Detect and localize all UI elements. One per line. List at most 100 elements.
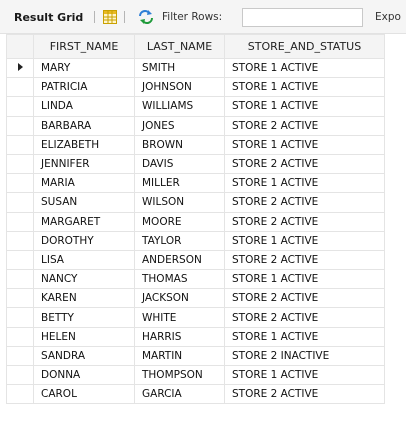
row-marker-cell[interactable] xyxy=(6,192,34,213)
cell-store-and-status[interactable]: STORE 2 ACTIVE xyxy=(224,115,385,136)
cell-store-and-status[interactable]: STORE 2 ACTIVE xyxy=(224,249,385,271)
column-header-first-name[interactable]: FIRST_NAME xyxy=(33,34,135,59)
cell-first-name[interactable]: MARIA xyxy=(33,173,135,194)
cell-store-and-status[interactable]: STORE 2 ACTIVE xyxy=(224,192,385,213)
cell-store-and-status[interactable]: STORE 1 ACTIVE xyxy=(224,57,385,79)
cell-last-name[interactable]: JACKSON xyxy=(134,288,225,309)
table-row[interactable]: KAREN JACKSON STORE 2 ACTIVE xyxy=(6,288,385,309)
cell-last-name[interactable]: WHITE xyxy=(134,307,225,328)
cell-last-name[interactable]: BROWN xyxy=(134,134,225,155)
table-row[interactable]: SANDRA MARTIN STORE 2 INACTIVE xyxy=(6,345,385,367)
cell-first-name[interactable]: PATRICIA xyxy=(33,77,135,98)
row-marker-cell[interactable] xyxy=(6,115,34,136)
cell-first-name[interactable]: DOROTHY xyxy=(33,230,135,251)
cell-first-name[interactable]: BARBARA xyxy=(33,115,135,136)
table-body: MARY SMITH STORE 1 ACTIVE PATRICIA JOHNSON ST… xyxy=(6,57,385,405)
row-marker-cell[interactable] xyxy=(6,307,34,328)
cell-last-name[interactable]: MARTIN xyxy=(134,345,225,367)
cell-store-and-status[interactable]: STORE 1 ACTIVE xyxy=(224,230,385,251)
cell-last-name[interactable]: THOMPSON xyxy=(134,364,225,386)
refresh-icon[interactable] xyxy=(138,0,154,34)
export-button[interactable]: Expo xyxy=(375,0,401,34)
cell-last-name[interactable]: JOHNSON xyxy=(134,77,225,98)
cell-first-name[interactable]: NANCY xyxy=(33,269,135,290)
cell-first-name[interactable]: SANDRA xyxy=(33,345,135,367)
row-marker-cell[interactable] xyxy=(6,57,34,79)
table-row[interactable]: MARIA MILLER STORE 1 ACTIVE xyxy=(6,173,385,194)
table-row[interactable]: SUSAN WILSON STORE 2 ACTIVE xyxy=(6,192,385,213)
cell-store-and-status[interactable]: STORE 2 ACTIVE xyxy=(224,153,385,175)
row-marker-cell[interactable] xyxy=(6,345,34,367)
cell-store-and-status[interactable]: STORE 1 ACTIVE xyxy=(224,77,385,98)
row-marker-cell[interactable] xyxy=(6,269,34,290)
toolbar-separator xyxy=(124,11,125,23)
grid-view-icon[interactable] xyxy=(103,0,117,34)
row-marker-cell[interactable] xyxy=(6,134,34,155)
cell-store-and-status[interactable]: STORE 2 ACTIVE xyxy=(224,211,385,232)
cell-first-name[interactable]: MARGARET xyxy=(33,211,135,232)
cell-last-name[interactable]: MOORE xyxy=(134,211,225,232)
cell-store-and-status[interactable]: STORE 1 ACTIVE xyxy=(224,173,385,194)
table-row[interactable]: CAROL GARCIA STORE 2 ACTIVE xyxy=(6,384,385,405)
row-marker-cell[interactable] xyxy=(6,211,34,232)
cell-store-and-status[interactable]: STORE 2 ACTIVE xyxy=(224,307,385,328)
column-header-store-and-status[interactable]: STORE_AND_STATUS xyxy=(224,34,385,59)
row-marker-cell[interactable] xyxy=(6,230,34,251)
cell-first-name[interactable]: SUSAN xyxy=(33,192,135,213)
cell-first-name[interactable]: LISA xyxy=(33,249,135,271)
cell-first-name[interactable]: HELEN xyxy=(33,326,135,347)
row-marker-cell[interactable] xyxy=(6,326,34,347)
row-marker-cell[interactable] xyxy=(6,173,34,194)
table-row[interactable]: JENNIFER DAVIS STORE 2 ACTIVE xyxy=(6,153,385,175)
cell-last-name[interactable]: SMITH xyxy=(134,57,225,79)
cell-first-name[interactable]: ELIZABETH xyxy=(33,134,135,155)
cell-first-name[interactable]: MARY xyxy=(33,57,135,79)
row-marker-cell[interactable] xyxy=(6,249,34,271)
row-marker-cell[interactable] xyxy=(6,364,34,386)
table-row[interactable]: BARBARA JONES STORE 2 ACTIVE xyxy=(6,115,385,136)
cell-store-and-status[interactable]: STORE 2 ACTIVE xyxy=(224,288,385,309)
cell-last-name[interactable]: TAYLOR xyxy=(134,230,225,251)
table-row[interactable]: DONNA THOMPSON STORE 1 ACTIVE xyxy=(6,364,385,386)
row-marker-cell[interactable] xyxy=(6,77,34,98)
table-row[interactable]: HELEN HARRIS STORE 1 ACTIVE xyxy=(6,326,385,347)
result-grid-tab[interactable]: Result Grid xyxy=(14,0,83,34)
cell-first-name[interactable]: BETTY xyxy=(33,307,135,328)
cell-store-and-status[interactable]: STORE 2 ACTIVE xyxy=(224,384,385,405)
row-marker-cell[interactable] xyxy=(6,96,34,117)
cell-last-name[interactable]: THOMAS xyxy=(134,269,225,290)
cell-first-name[interactable]: DONNA xyxy=(33,364,135,386)
cell-store-and-status[interactable]: STORE 1 ACTIVE xyxy=(224,96,385,117)
cell-store-and-status[interactable]: STORE 1 ACTIVE xyxy=(224,326,385,347)
cell-last-name[interactable]: MILLER xyxy=(134,173,225,194)
cell-store-and-status[interactable]: STORE 2 INACTIVE xyxy=(224,345,385,367)
table-row[interactable]: LISA ANDERSON STORE 2 ACTIVE xyxy=(6,249,385,271)
cell-last-name[interactable]: WILLIAMS xyxy=(134,96,225,117)
cell-last-name[interactable]: JONES xyxy=(134,115,225,136)
table-row[interactable]: ELIZABETH BROWN STORE 1 ACTIVE xyxy=(6,134,385,155)
cell-last-name[interactable]: DAVIS xyxy=(134,153,225,175)
table-row[interactable]: DOROTHY TAYLOR STORE 1 ACTIVE xyxy=(6,230,385,251)
cell-store-and-status[interactable]: STORE 1 ACTIVE xyxy=(224,269,385,290)
cell-first-name[interactable]: LINDA xyxy=(33,96,135,117)
table-row[interactable]: MARY SMITH STORE 1 ACTIVE xyxy=(6,57,385,79)
filter-rows-input[interactable] xyxy=(242,8,363,27)
cell-store-and-status[interactable]: STORE 1 ACTIVE xyxy=(224,364,385,386)
table-row[interactable]: BETTY WHITE STORE 2 ACTIVE xyxy=(6,307,385,328)
table-row[interactable]: MARGARET MOORE STORE 2 ACTIVE xyxy=(6,211,385,232)
table-row[interactable]: PATRICIA JOHNSON STORE 1 ACTIVE xyxy=(6,77,385,98)
cell-first-name[interactable]: JENNIFER xyxy=(33,153,135,175)
cell-first-name[interactable]: CAROL xyxy=(33,384,135,405)
table-row[interactable]: LINDA WILLIAMS STORE 1 ACTIVE xyxy=(6,96,385,117)
cell-last-name[interactable]: ANDERSON xyxy=(134,249,225,271)
row-marker-cell[interactable] xyxy=(6,153,34,175)
cell-last-name[interactable]: WILSON xyxy=(134,192,225,213)
cell-last-name[interactable]: HARRIS xyxy=(134,326,225,347)
cell-last-name[interactable]: GARCIA xyxy=(134,384,225,405)
row-marker-cell[interactable] xyxy=(6,384,34,405)
column-header-last-name[interactable]: LAST_NAME xyxy=(134,34,225,59)
row-marker-cell[interactable] xyxy=(6,288,34,309)
table-row[interactable]: NANCY THOMAS STORE 1 ACTIVE xyxy=(6,269,385,290)
cell-store-and-status[interactable]: STORE 1 ACTIVE xyxy=(224,134,385,155)
cell-first-name[interactable]: KAREN xyxy=(33,288,135,309)
